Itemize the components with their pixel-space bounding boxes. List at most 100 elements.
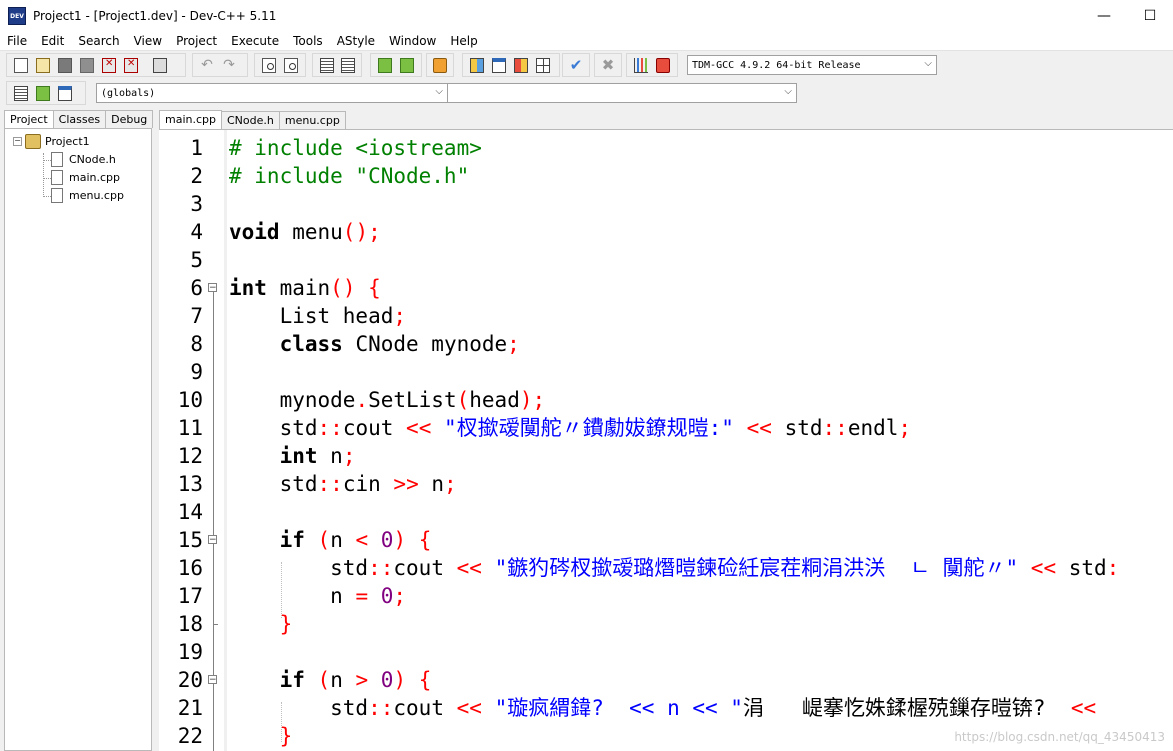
line-number: 18 — [177, 612, 203, 636]
menu-view[interactable]: View — [127, 34, 169, 48]
chevron-down-icon: ⌵ — [435, 86, 443, 97]
code-line[interactable]: 6 int main() { — [159, 274, 1173, 302]
goto-line-button[interactable] — [338, 55, 357, 75]
collapse-toggle-icon[interactable]: − — [13, 137, 22, 146]
delete-profile-icon — [656, 57, 670, 73]
code-line[interactable]: 2 # include "CNode.h" — [159, 162, 1173, 190]
code-line[interactable]: 17 n = 0; — [159, 582, 1173, 610]
code-line[interactable]: 10 mynode.SetList(head); — [159, 386, 1173, 414]
menu-astyle[interactable]: AStyle — [330, 34, 382, 48]
print-button[interactable] — [150, 55, 170, 75]
code-text: # include <iostream> — [229, 136, 482, 160]
menu-file[interactable]: File — [0, 34, 34, 48]
rebuild-icon — [536, 57, 550, 73]
line-number: 3 — [190, 192, 203, 216]
run-button[interactable] — [489, 55, 509, 75]
dev-cpp-app-icon: DEV — [8, 7, 26, 25]
menu-tools[interactable]: Tools — [286, 34, 330, 48]
code-text: std::cout << "杈撳叆闃舵〃鐨勮妭鐐规暟:" << std::end… — [229, 416, 912, 440]
save-button[interactable] — [55, 55, 75, 75]
code-line[interactable]: 19 — [159, 638, 1173, 666]
code-line[interactable]: 1 # include <iostream> — [159, 134, 1173, 162]
tree-item-file[interactable]: main.cpp — [51, 170, 120, 185]
checkmark-icon: ✔ — [569, 56, 583, 74]
code-line[interactable]: 13 std::cin >> n; — [159, 470, 1173, 498]
code-text: class CNode mynode; — [279, 332, 520, 356]
scope-select[interactable]: (globals) ⌵ — [96, 83, 448, 103]
stop-group: ✖ — [594, 53, 622, 77]
menu-help[interactable]: Help — [443, 34, 484, 48]
maximize-button[interactable]: ☐ — [1127, 0, 1173, 32]
code-line[interactable]: 16 std::cout << "鏃犳硶杈撳叆璐熸暟鍊硷紝宸茬粡涓洪浂 ㄴ 闃舵… — [159, 554, 1173, 582]
menu-edit[interactable]: Edit — [34, 34, 71, 48]
menu-execute[interactable]: Execute — [224, 34, 286, 48]
code-text: mynode.SetList(head); — [229, 388, 546, 412]
tab-classes[interactable]: Classes — [52, 110, 107, 128]
code-line[interactable]: 5 — [159, 246, 1173, 274]
code-text: std::cout << "璇疯緭鍏? << n << "涓 崼搴忔姝鍒楃殑鏁存… — [229, 696, 1097, 720]
code-line[interactable]: 11 std::cout << "杈撳叆闃舵〃鐨勮妭鐐规暟:" << std::… — [159, 414, 1173, 442]
add-to-project-button[interactable] — [375, 55, 395, 75]
line-number: 8 — [190, 332, 203, 356]
rebuild-button[interactable] — [533, 55, 553, 75]
profile-button[interactable] — [631, 55, 651, 75]
redo-button[interactable]: ↷ — [219, 55, 239, 75]
code-line[interactable]: 15 if (n < 0) { — [159, 526, 1173, 554]
minimize-button[interactable]: — — [1081, 0, 1127, 32]
compiler-select[interactable]: TDM-GCC 4.9.2 64-bit Release ⌵ — [687, 55, 937, 75]
menu-window[interactable]: Window — [382, 34, 443, 48]
code-line[interactable]: 14 — [159, 498, 1173, 526]
undo-button[interactable]: ↶ — [197, 55, 217, 75]
bookmark-button[interactable] — [431, 55, 449, 75]
replace-button[interactable] — [281, 55, 301, 75]
menu-search[interactable]: Search — [71, 34, 126, 48]
toggle-list-button[interactable] — [317, 55, 336, 75]
find-button[interactable] — [259, 55, 279, 75]
main-toolbar: ↶ ↷ ✔ ✖ — [0, 50, 1173, 81]
line-number: 21 — [177, 696, 203, 720]
indent-button[interactable] — [55, 83, 75, 103]
insert-toolbar-group — [6, 81, 86, 105]
code-line[interactable]: 8 class CNode mynode; — [159, 330, 1173, 358]
syntax-check-button[interactable]: ✔ — [567, 55, 585, 75]
compile-button[interactable] — [467, 55, 487, 75]
tab-main-cpp[interactable]: main.cpp — [159, 110, 222, 130]
menu-project[interactable]: Project — [169, 34, 224, 48]
code-line[interactable]: 21 std::cout << "璇疯緭鍏? << n << "涓 崼搴忔姝鍒楃… — [159, 694, 1173, 722]
title-bar: DEV Project1 - [Project1.dev] - Dev-C++ … — [0, 0, 1173, 32]
file-name: menu.cpp — [69, 189, 124, 202]
save-all-button[interactable] — [77, 55, 97, 75]
code-line[interactable]: 12 int n; — [159, 442, 1173, 470]
close-all-button[interactable] — [121, 55, 141, 75]
tree-connector — [43, 178, 51, 179]
bookmark-icon — [433, 57, 447, 73]
remove-from-project-button[interactable] — [397, 55, 417, 75]
code-line[interactable]: 3 — [159, 190, 1173, 218]
line-number: 4 — [190, 220, 203, 244]
tab-menu-cpp[interactable]: menu.cpp — [278, 111, 346, 129]
code-line[interactable]: 20 if (n > 0) { — [159, 666, 1173, 694]
code-line[interactable]: 7 List head; — [159, 302, 1173, 330]
tab-project[interactable]: Project — [4, 110, 54, 129]
code-editor[interactable]: − − − 1 # include <iostream> 2 # include "C… — [159, 129, 1173, 751]
header-file-icon — [51, 152, 63, 167]
open-file-button[interactable] — [33, 55, 53, 75]
run-icon — [492, 57, 506, 73]
code-line[interactable]: 4 void menu(); — [159, 218, 1173, 246]
code-line[interactable]: 9 — [159, 358, 1173, 386]
tree-item-project[interactable]: − Project1 — [13, 134, 90, 149]
tree-item-file[interactable]: CNode.h — [51, 152, 116, 167]
code-line[interactable]: 18 } — [159, 610, 1173, 638]
new-file-button[interactable] — [11, 55, 31, 75]
toggle-comment-button[interactable] — [33, 83, 53, 103]
stop-execution-button[interactable]: ✖ — [599, 55, 617, 75]
tab-cnode-h[interactable]: CNode.h — [221, 111, 280, 129]
tree-item-file[interactable]: menu.cpp — [51, 188, 124, 203]
tab-debug[interactable]: Debug — [105, 110, 154, 128]
compile-run-button[interactable] — [511, 55, 531, 75]
close-file-button[interactable] — [99, 55, 119, 75]
delete-profile-button[interactable] — [653, 55, 673, 75]
insert-button[interactable] — [11, 83, 31, 103]
member-select[interactable]: ⌵ — [447, 83, 797, 103]
new-file-icon — [14, 57, 28, 73]
